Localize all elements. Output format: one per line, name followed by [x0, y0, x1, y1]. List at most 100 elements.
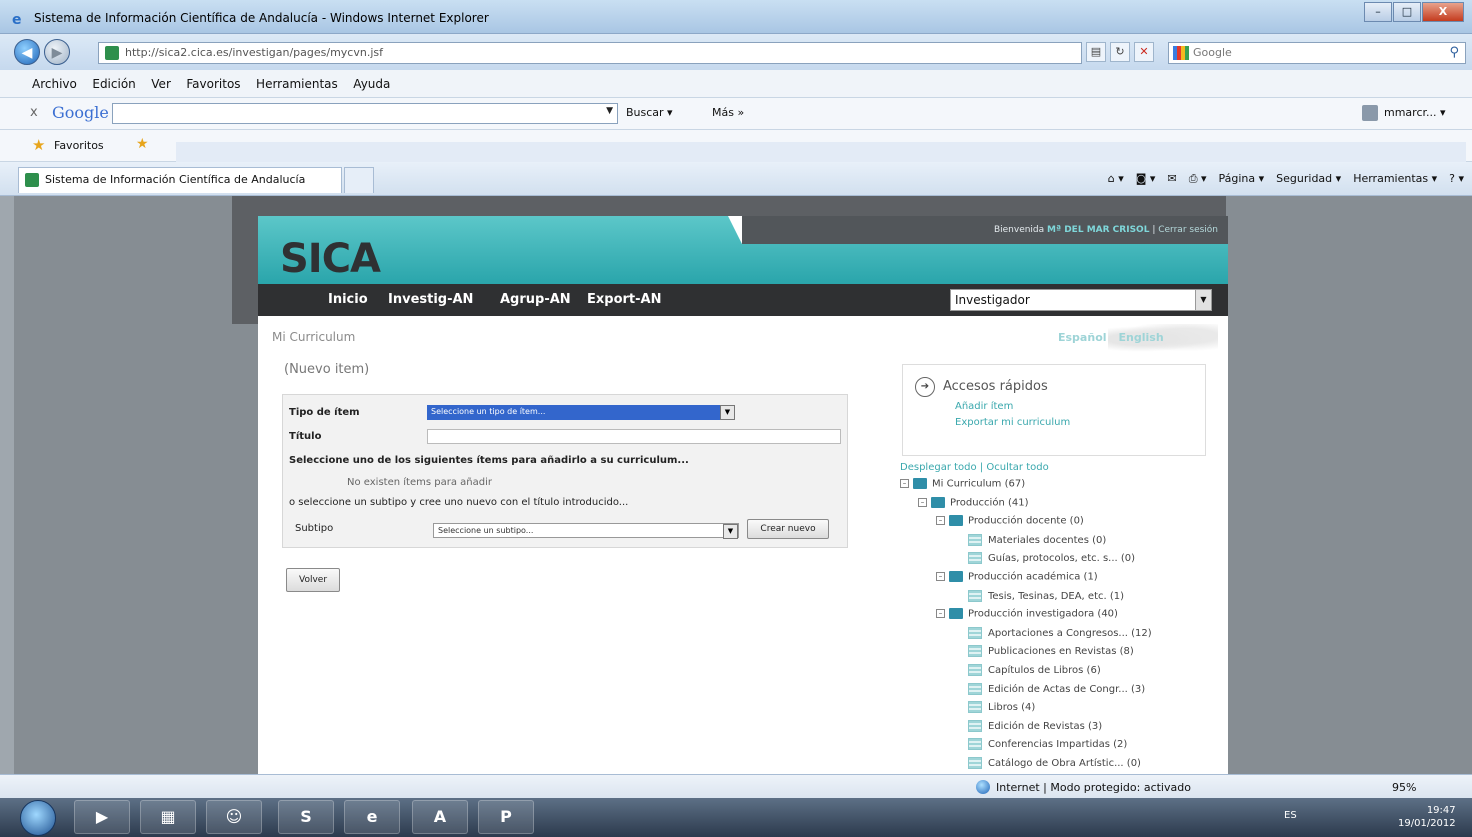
google-icon — [1173, 46, 1189, 60]
stop-icon[interactable]: ✕ — [1134, 42, 1154, 62]
tab-sica[interactable]: Sistema de Información Científica de And… — [18, 167, 342, 193]
close-window-button[interactable]: X — [1422, 2, 1464, 22]
volver-button[interactable]: Volver — [286, 568, 340, 592]
page-viewport: Bienvenida Mª DEL MAR CRISOL | Cerrar se… — [0, 196, 1472, 774]
google-user-menu[interactable]: mmarcr... ▾ — [1384, 106, 1446, 119]
tree-node[interactable]: Catálogo de Obra Artístic... (0) — [968, 757, 1141, 774]
menu-archivo[interactable]: Archivo — [32, 70, 77, 98]
titulo-input[interactable] — [427, 429, 841, 444]
media-player-icon[interactable]: ▶ — [74, 800, 130, 834]
tree-node[interactable]: Edición de Actas de Congr... (3) — [968, 682, 1145, 701]
chevron-down-icon[interactable]: ▼ — [720, 405, 735, 420]
collapse-toggle-icon[interactable]: – — [936, 516, 945, 526]
skype-icon[interactable]: S — [278, 800, 334, 834]
zoom-level[interactable]: 95% — [1392, 781, 1416, 794]
new-tab-button[interactable] — [344, 167, 374, 193]
tree-node[interactable]: Conferencias Impartidas (2) — [968, 738, 1127, 756]
tree-node[interactable]: Aportaciones a Congresos... (12) — [968, 626, 1152, 645]
minimize-button[interactable]: – — [1364, 2, 1392, 22]
subtipo-select[interactable]: Seleccione un subtipo... ▼ — [433, 523, 739, 539]
nav-inicio[interactable]: Inicio — [328, 292, 368, 307]
tree-node[interactable]: Edición de Revistas (3) — [968, 719, 1102, 738]
menu-seguridad[interactable]: Seguridad ▾ — [1276, 172, 1341, 186]
nav-export-an[interactable]: Export-AN — [587, 292, 661, 307]
maximize-button[interactable]: □ — [1393, 2, 1421, 22]
security-zone[interactable]: Internet | Modo protegido: activado — [996, 781, 1191, 794]
tree-node[interactable]: – Producción (41) — [918, 496, 1029, 515]
forward-button[interactable]: ▶ — [44, 39, 70, 65]
search-engine-name: Google — [1193, 46, 1232, 59]
menu-pagina[interactable]: Página ▾ — [1219, 172, 1265, 186]
collapse-all-link[interactable]: Ocultar todo — [986, 462, 1048, 473]
home-icon[interactable]: ⌂ ▾ — [1108, 172, 1124, 186]
logout-link[interactable]: Cerrar sesión — [1158, 225, 1218, 235]
nav-agrup-an[interactable]: Agrup-AN — [500, 292, 571, 307]
collapse-toggle-icon[interactable]: – — [936, 609, 945, 619]
window-controls: – □ X — [1363, 2, 1464, 24]
refresh-icon[interactable]: ↻ — [1110, 42, 1130, 62]
chevron-down-icon[interactable]: ▼ — [1195, 290, 1211, 310]
tree-node[interactable]: – Producción académica (1) — [936, 571, 1098, 589]
collapse-toggle-icon[interactable]: – — [936, 572, 945, 581]
export-cv-link[interactable]: Exportar mi curriculum — [955, 417, 1070, 428]
buscar-button[interactable]: Buscar ▾ — [626, 106, 673, 119]
favorites-star-icon[interactable]: ★ — [32, 136, 45, 154]
menu-favoritos[interactable]: Favoritos — [186, 70, 240, 98]
mail-icon[interactable]: ✉ — [1167, 172, 1176, 186]
tree-node[interactable]: – Mi Curriculum (67) — [900, 478, 1025, 496]
chevron-down-icon[interactable]: ▼ — [723, 524, 738, 539]
menu-herramientas-cmd[interactable]: Herramientas ▾ — [1353, 172, 1437, 186]
lang-es-link[interactable]: Español — [1058, 331, 1107, 344]
tipo-label: Tipo de ítem — [289, 407, 360, 418]
windows-taskbar: ▶ ▦ ☺ S e A P ES 19:47 19/01/2012 — [0, 798, 1472, 837]
favorites-button[interactable]: Favoritos — [54, 139, 104, 152]
expand-all-link[interactable]: Desplegar todo — [900, 462, 977, 473]
tree-node[interactable]: Guías, protocolos, etc. s... (0) — [968, 552, 1135, 570]
menu-ayuda[interactable]: Ayuda — [353, 70, 390, 98]
tipo-select[interactable]: Seleccione un tipo de ítem... ▼ — [427, 405, 735, 420]
back-button[interactable]: ◀ — [14, 39, 40, 65]
tree-node[interactable]: – Producción investigadora (40) — [936, 608, 1118, 626]
internet-explorer-icon[interactable]: e — [344, 800, 400, 834]
system-clock[interactable]: 19:47 19/01/2012 — [1398, 804, 1456, 830]
input-language[interactable]: ES — [1284, 810, 1297, 821]
browser-search-box[interactable]: Google ⚲ — [1168, 42, 1466, 64]
tree-node[interactable]: Materiales docentes (0) — [968, 533, 1106, 552]
collapse-toggle-icon[interactable]: – — [900, 479, 909, 488]
menu-bar: Archivo Edición Ver Favoritos Herramient… — [0, 70, 1472, 98]
close-toolbar-icon[interactable]: x — [30, 105, 38, 120]
role-select[interactable]: Investigador ▼ — [950, 289, 1212, 311]
start-button[interactable] — [20, 800, 56, 836]
chevron-down-icon[interactable]: ▼ — [606, 106, 613, 116]
menu-edicion[interactable]: Edición — [92, 70, 135, 98]
tree-node[interactable]: Capítulos de Libros (6) — [968, 664, 1101, 682]
collapse-toggle-icon[interactable]: – — [918, 497, 927, 507]
tree-node[interactable]: Libros (4) — [968, 701, 1035, 719]
crear-nuevo-button[interactable]: Crear nuevo — [747, 519, 829, 539]
nav-investig-an[interactable]: Investig-AN — [388, 292, 473, 307]
print-icon[interactable]: ⎙ ▾ — [1189, 172, 1207, 186]
people-icon[interactable]: ☺ — [206, 800, 262, 834]
compatibility-icon[interactable]: ▤ — [1086, 42, 1106, 62]
lang-en-link[interactable]: English — [1119, 331, 1164, 344]
pdf-reader-icon[interactable]: A — [412, 800, 468, 834]
menu-herramientas[interactable]: Herramientas — [256, 70, 338, 98]
tree-node[interactable]: – Producción docente (0) — [936, 515, 1084, 533]
address-bar[interactable]: http://sica2.cica.es/investigan/pages/my… — [98, 42, 1082, 64]
search-icon[interactable]: ⚲ — [1449, 43, 1459, 63]
mas-button[interactable]: Más » — [712, 106, 744, 119]
google-search-input[interactable]: ▼ — [112, 103, 618, 124]
feeds-icon[interactable]: ◙ ▾ — [1136, 172, 1156, 186]
add-item-link[interactable]: Añadir ítem — [955, 401, 1013, 412]
sica-logo[interactable]: SICA — [280, 236, 381, 282]
tree-node-label: Libros (4) — [988, 702, 1036, 714]
command-bar: ⌂ ▾ ◙ ▾ ✉ ⎙ ▾ Página ▾ Seguridad ▾ Herra… — [1096, 172, 1464, 186]
menu-ver[interactable]: Ver — [151, 70, 171, 98]
tree-node[interactable]: Publicaciones en Revistas (8) — [968, 645, 1134, 663]
help-icon[interactable]: ? ▾ — [1449, 172, 1464, 186]
explorer-icon[interactable]: ▦ — [140, 800, 196, 834]
tree-node[interactable]: Tesis, Tesinas, DEA, etc. (1) — [968, 589, 1124, 608]
powerpoint-icon[interactable]: P — [478, 800, 534, 834]
tree-node-label: Mi Curriculum (67) — [932, 478, 1026, 490]
add-favorite-icon[interactable]: ★ — [136, 136, 149, 152]
